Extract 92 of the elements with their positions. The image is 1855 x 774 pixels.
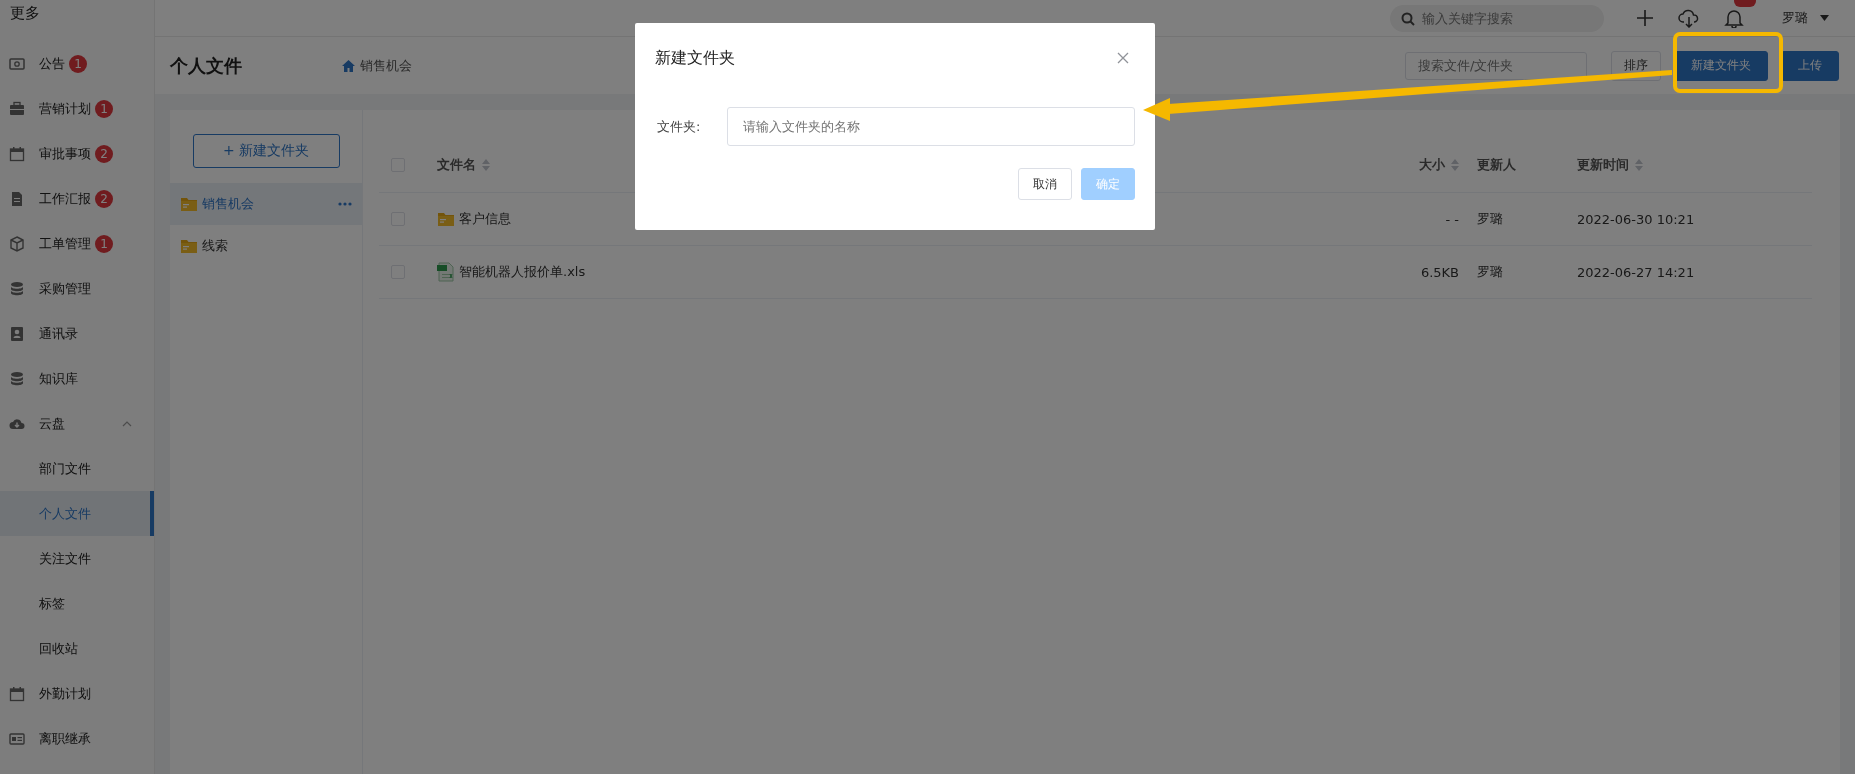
folder-icon (180, 238, 198, 254)
sidebar-item[interactable]: 外勤计划 (0, 671, 154, 716)
table-cell-text: 6.5KB (1419, 264, 1460, 280)
table-cell-text: 罗璐 (1477, 210, 1504, 228)
folder-label: 销售机会 (202, 195, 255, 213)
folder-icon (437, 211, 455, 227)
sidebar-item[interactable]: 工作汇报 2 (0, 176, 154, 221)
cancel-button[interactable]: 取消 (1018, 168, 1072, 200)
table-cell-text: 2022-06-30 10:21 (1577, 211, 1696, 227)
table-cell-text: 罗璐 (1477, 263, 1504, 281)
sidebar-label: 审批事项 (39, 144, 91, 163)
caret-icon (1820, 15, 1829, 21)
column-header[interactable]: 大小 (1367, 156, 1477, 174)
file-name-link[interactable]: 智能机器人报价单.xls (437, 262, 1367, 282)
more-icon (338, 202, 352, 206)
count-badge: 2 (95, 144, 113, 163)
calendar-icon (9, 685, 25, 702)
file-name-link[interactable]: 客户信息 (437, 210, 1367, 228)
folder-item[interactable]: 线索 (170, 225, 362, 267)
document-icon (9, 190, 25, 207)
folder-icon (180, 196, 198, 212)
folder-label: 线索 (202, 237, 229, 255)
file-name: 客户信息 (459, 210, 511, 228)
sidebar-item[interactable]: 关注文件 (0, 536, 154, 581)
id-card-icon (9, 730, 25, 747)
sidebar-item[interactable]: 云盘 (0, 401, 154, 446)
folder-item[interactable]: 销售机会 (170, 183, 362, 225)
new-folder-button[interactable]: + 新建文件夹 (192, 134, 340, 168)
page-title: 个人文件 (170, 53, 243, 78)
sidebar-item[interactable]: 审批事项 2 (0, 131, 154, 176)
sidebar-item[interactable]: 工单管理 1 (0, 221, 154, 266)
database-icon (9, 280, 25, 297)
database-icon (9, 370, 25, 387)
home-icon (342, 59, 355, 72)
sidebar-label: 公告 (39, 54, 65, 73)
file-name: 智能机器人报价单.xls (459, 263, 586, 281)
count-badge: 1 (69, 54, 87, 73)
sidebar-item[interactable]: 标签 (0, 581, 154, 626)
toolbar-button[interactable]: 上传 (1781, 50, 1839, 81)
sidebar-label: 外勤计划 (39, 684, 91, 703)
sidebar-label: 采购管理 (39, 279, 91, 298)
bell-icon (1724, 8, 1744, 28)
sidebar-label: 工单管理 (39, 234, 91, 253)
sidebar-item[interactable]: 部门文件 (0, 446, 154, 491)
calendar-icon (9, 145, 25, 162)
column-label: 大小 (1419, 156, 1445, 174)
table-cell-text: - - (1444, 211, 1460, 227)
sidebar-item[interactable]: 营销计划 1 (0, 86, 154, 131)
cube-icon (9, 235, 25, 252)
sidebar-label: 知识库 (39, 369, 78, 388)
folder-name-field[interactable]: 请输入文件夹的名称 (726, 107, 1135, 146)
spreadsheet-icon (437, 262, 455, 282)
sidebar-label: 通讯录 (39, 324, 78, 343)
cloud-download-icon[interactable] (1678, 8, 1700, 28)
briefcase-icon (9, 100, 25, 117)
sidebar-label: 云盘 (39, 414, 65, 433)
sort-icon (482, 159, 490, 171)
sidebar-label: 离职继承 (39, 729, 91, 748)
sidebar-item[interactable]: 个人文件 (0, 491, 154, 536)
search-field[interactable]: 搜索文件/文件夹 (1405, 51, 1587, 80)
sidebar-item[interactable]: 通讯录 (0, 311, 154, 356)
column-label: 文件名 (437, 156, 476, 174)
search-icon (1401, 11, 1415, 26)
user-menu[interactable]: 罗璐 (1782, 9, 1829, 27)
table-cell-text: 2022-06-27 14:21 (1577, 264, 1696, 280)
sidebar-label: 工作汇报 (39, 189, 91, 208)
toolbar-button[interactable]: 新建文件夹 (1674, 50, 1768, 81)
sidebar-item[interactable]: 公告 1 (0, 41, 154, 86)
column-header[interactable]: 更新时间 (1577, 156, 1812, 174)
plus-icon[interactable] (1636, 9, 1654, 27)
user-name: 罗璐 (1782, 9, 1808, 27)
sort-icon (1635, 159, 1643, 171)
count-badge: 1 (95, 99, 113, 118)
field-label: 文件夹: (656, 117, 702, 136)
sidebar-item[interactable]: 回收站 (0, 626, 154, 671)
dialog-title: 新建文件夹 (655, 47, 735, 69)
breadcrumb-label: 销售机会 (360, 56, 412, 75)
sidebar-label: 营销计划 (39, 99, 91, 118)
sort-icon (1451, 159, 1459, 171)
column-label: 更新人 (1477, 156, 1516, 174)
close-icon[interactable] (1117, 52, 1129, 64)
count-badge: 1 (95, 234, 113, 253)
count-badge: 2 (95, 189, 113, 208)
sidebar-item[interactable]: 知识库 (0, 356, 154, 401)
column-label: 更新时间 (1577, 156, 1629, 174)
sidebar-item[interactable]: 离职继承 (0, 716, 154, 761)
contact-icon (9, 325, 25, 342)
sidebar-title: 更多 (9, 3, 40, 24)
cash-icon (9, 55, 25, 72)
column-header[interactable]: 更新人 (1477, 156, 1577, 174)
sidebar-item[interactable]: 采购管理 (0, 266, 154, 311)
breadcrumb-link[interactable]: 销售机会 (342, 56, 412, 75)
